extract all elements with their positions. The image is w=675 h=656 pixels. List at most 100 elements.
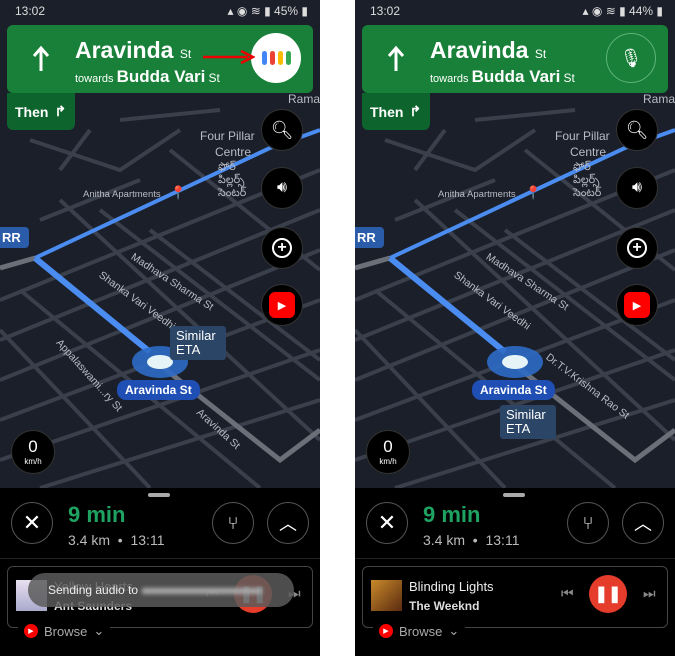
map-label: Anitha Apartments — [83, 189, 161, 200]
straight-arrow-icon — [32, 45, 50, 71]
towards-suffix: St — [208, 71, 220, 85]
status-bar: 13:02 ▴ ◉ ≋ ▮ 45% ▮ — [15, 4, 308, 18]
voice-assistant-button[interactable] — [251, 33, 301, 83]
speaker-icon: 🔊︎ — [276, 179, 288, 196]
speedometer: 0 km/h — [11, 430, 55, 474]
arrival-time: 13:11 — [130, 532, 165, 548]
add-comment-icon: + — [627, 238, 647, 258]
sound-button[interactable]: 🔊︎ — [261, 167, 303, 209]
fork-icon: ⑂ — [227, 512, 239, 533]
map-label: Four Pillar — [200, 129, 255, 143]
previous-track-button[interactable]: ⏮ — [561, 585, 574, 602]
trip-distance: 3.4 km — [423, 532, 466, 548]
chevron-down-icon: ⌄ — [448, 623, 460, 638]
alternate-route-eta[interactable]: Similar ETA — [170, 326, 226, 360]
next-track-button[interactable]: ⏭ — [643, 585, 656, 602]
speed-value: 0 — [383, 437, 393, 456]
pause-icon: ❚❚ — [594, 586, 622, 603]
then-turn-card: Then ↱ — [7, 93, 75, 130]
speed-value: 0 — [28, 437, 38, 456]
drag-handle[interactable] — [148, 493, 170, 497]
youtube-music-button[interactable]: ▶ — [261, 284, 303, 326]
route-label: RR — [355, 227, 384, 248]
close-navigation-button[interactable]: ✕ — [366, 502, 408, 544]
redacted-device-name — [142, 587, 263, 594]
location-pin-icon[interactable]: 📍 — [525, 185, 541, 201]
search-button[interactable]: 🔍︎ — [261, 109, 303, 151]
expand-button[interactable]: ︿ — [622, 502, 664, 544]
search-icon: 🔍︎ — [625, 119, 649, 140]
towards-street: Budda Vari — [116, 67, 206, 86]
alternate-route-eta[interactable]: Similar ETA — [500, 405, 556, 439]
chevron-down-icon: ⌄ — [93, 623, 105, 638]
map-label: ఫోర్ పిల్లర్స్ సెంటర్ — [218, 161, 247, 199]
browse-label: Browse — [44, 623, 88, 639]
alternate-routes-button[interactable]: ⑂ — [567, 502, 609, 544]
phone-screen: 13:02 ▴ ◉ ≋ ▮ 44% ▮ Aravinda St towards … — [355, 0, 675, 656]
browse-button[interactable]: ▶ Browse ⌄ — [373, 623, 466, 639]
divider — [355, 558, 675, 559]
towards-label: towards — [75, 73, 114, 85]
battery-level: 45% — [274, 4, 299, 18]
signal-icons: ▴ ◉ ≋ ▮ — [227, 4, 275, 18]
toast-text: Sending audio to — [48, 583, 139, 597]
map-label: Rama — [643, 92, 675, 106]
map-label: Centre — [215, 145, 252, 159]
youtube-music-button[interactable]: ▶ — [616, 284, 658, 326]
route-label: RR — [0, 227, 29, 248]
then-label: Then — [15, 103, 49, 120]
search-button[interactable]: 🔍︎ — [616, 109, 658, 151]
album-art — [371, 580, 402, 611]
browse-button[interactable]: ▶ Browse ⌄ — [18, 623, 111, 639]
arrival-time: 13:11 — [485, 532, 520, 548]
media-player-card[interactable]: Yellow Hearts Ant Saunders ⏮ ❚❚ ⏭ Sendin… — [7, 566, 313, 628]
current-street: Aravinda — [75, 37, 174, 63]
current-street-pill: Aravinda St — [117, 380, 200, 400]
location-pin-icon[interactable]: 📍 — [170, 185, 186, 201]
youtube-music-icon: ▶ — [269, 292, 295, 318]
divider — [0, 558, 320, 559]
youtube-music-icon: ▶ — [379, 624, 393, 638]
speed-unit: km/h — [379, 457, 397, 466]
voice-assistant-button[interactable]: 🎙︎ — [606, 33, 656, 83]
media-player-card[interactable]: Blinding Lights The Weeknd ⏮ ❚❚ ⏭ — [362, 566, 668, 628]
youtube-music-icon: ▶ — [624, 292, 650, 318]
track-title: Blinding Lights — [409, 579, 494, 594]
battery-level: 44% — [629, 4, 654, 18]
browse-label: Browse — [399, 623, 443, 639]
drag-handle[interactable] — [503, 493, 525, 497]
trip-distance: 3.4 km — [68, 532, 111, 548]
chevron-up-icon: ︿ — [279, 514, 297, 534]
alternate-routes-button[interactable]: ⑂ — [212, 502, 254, 544]
expand-button[interactable]: ︿ — [267, 502, 309, 544]
current-street: Aravinda — [430, 37, 529, 63]
current-street-pill: Aravinda St — [472, 380, 555, 400]
chevron-up-icon: ︿ — [634, 514, 652, 534]
phone-screen: 13:02 ▴ ◉ ≋ ▮ 45% ▮ Aravinda St towards … — [0, 0, 320, 656]
street-suffix: St — [534, 47, 547, 61]
map-label: ఫోర్ పిల్లర్స్ సెంటర్ — [573, 161, 602, 199]
report-button[interactable]: + — [616, 227, 658, 269]
straight-arrow-icon — [387, 45, 405, 71]
status-bar: 13:02 ▴ ◉ ≋ ▮ 44% ▮ — [370, 4, 663, 18]
search-icon: 🔍︎ — [270, 119, 294, 140]
pause-button[interactable]: ❚❚ — [589, 575, 627, 613]
speaker-icon: 🔊︎ — [631, 179, 643, 196]
red-arrow-annotation — [203, 50, 255, 64]
status-time: 13:02 — [15, 4, 46, 18]
signal-icons: ▴ ◉ ≋ ▮ — [582, 4, 630, 18]
sound-button[interactable]: 🔊︎ — [616, 167, 658, 209]
trip-duration: 9 min — [423, 502, 481, 527]
then-label: Then — [370, 103, 404, 120]
towards-street: Budda Vari — [471, 67, 561, 86]
close-navigation-button[interactable]: ✕ — [11, 502, 53, 544]
map-label: Centre — [570, 145, 607, 159]
add-comment-icon: + — [272, 238, 292, 258]
speed-unit: km/h — [24, 457, 42, 466]
youtube-music-icon: ▶ — [24, 624, 38, 638]
report-button[interactable]: + — [261, 227, 303, 269]
then-turn-card: Then ↱ — [362, 93, 430, 130]
towards-label: towards — [430, 73, 469, 85]
map-label: Anitha Apartments — [438, 189, 516, 200]
microphone-icon: 🎙︎ — [619, 47, 643, 68]
